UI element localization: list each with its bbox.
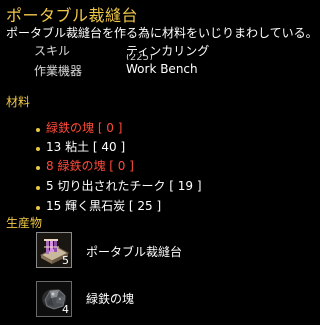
materials-heading: 材料 (6, 95, 31, 109)
material-item: 13 粘土 [ 40 ] (46, 140, 126, 154)
tool-value: Work Bench (126, 62, 198, 76)
recipe-title: ポータブル裁縫台 (6, 6, 139, 25)
products-heading: 生産物 (6, 216, 43, 230)
skill-level: (225) (126, 54, 153, 60)
tool-label: 作業機器 (34, 64, 83, 78)
recipe-tooltip: ポータブル裁縫台 ポータブル裁縫台を作る為に材料をいじりまわしている。 スキル … (0, 0, 318, 325)
material-item: 緑鉄の塊 [ 0 ] (46, 121, 123, 135)
material-item: 15 輝く黒石炭 [ 25 ] (46, 199, 162, 213)
bullet-icon (36, 147, 40, 151)
material-item: 5 切り出されたチーク [ 19 ] (46, 179, 202, 193)
bullet-icon (36, 166, 40, 170)
bullet-icon (36, 206, 40, 210)
bullet-icon (36, 128, 40, 132)
bullet-icon (36, 186, 40, 190)
material-item: 8 緑鉄の塊 [ 0 ] (46, 159, 134, 173)
product-quantity: 4 (62, 303, 69, 316)
sewing-table-icon[interactable]: 5 (36, 232, 72, 268)
green-iron-ore-icon[interactable]: 4 (36, 281, 72, 317)
skill-label: スキル (34, 44, 71, 58)
product-name: 緑鉄の塊 (86, 292, 135, 306)
product-name: ポータブル裁縫台 (86, 245, 183, 259)
recipe-description: ポータブル裁縫台を作る為に材料をいじりまわしている。 (6, 26, 318, 40)
product-quantity: 5 (62, 254, 69, 267)
